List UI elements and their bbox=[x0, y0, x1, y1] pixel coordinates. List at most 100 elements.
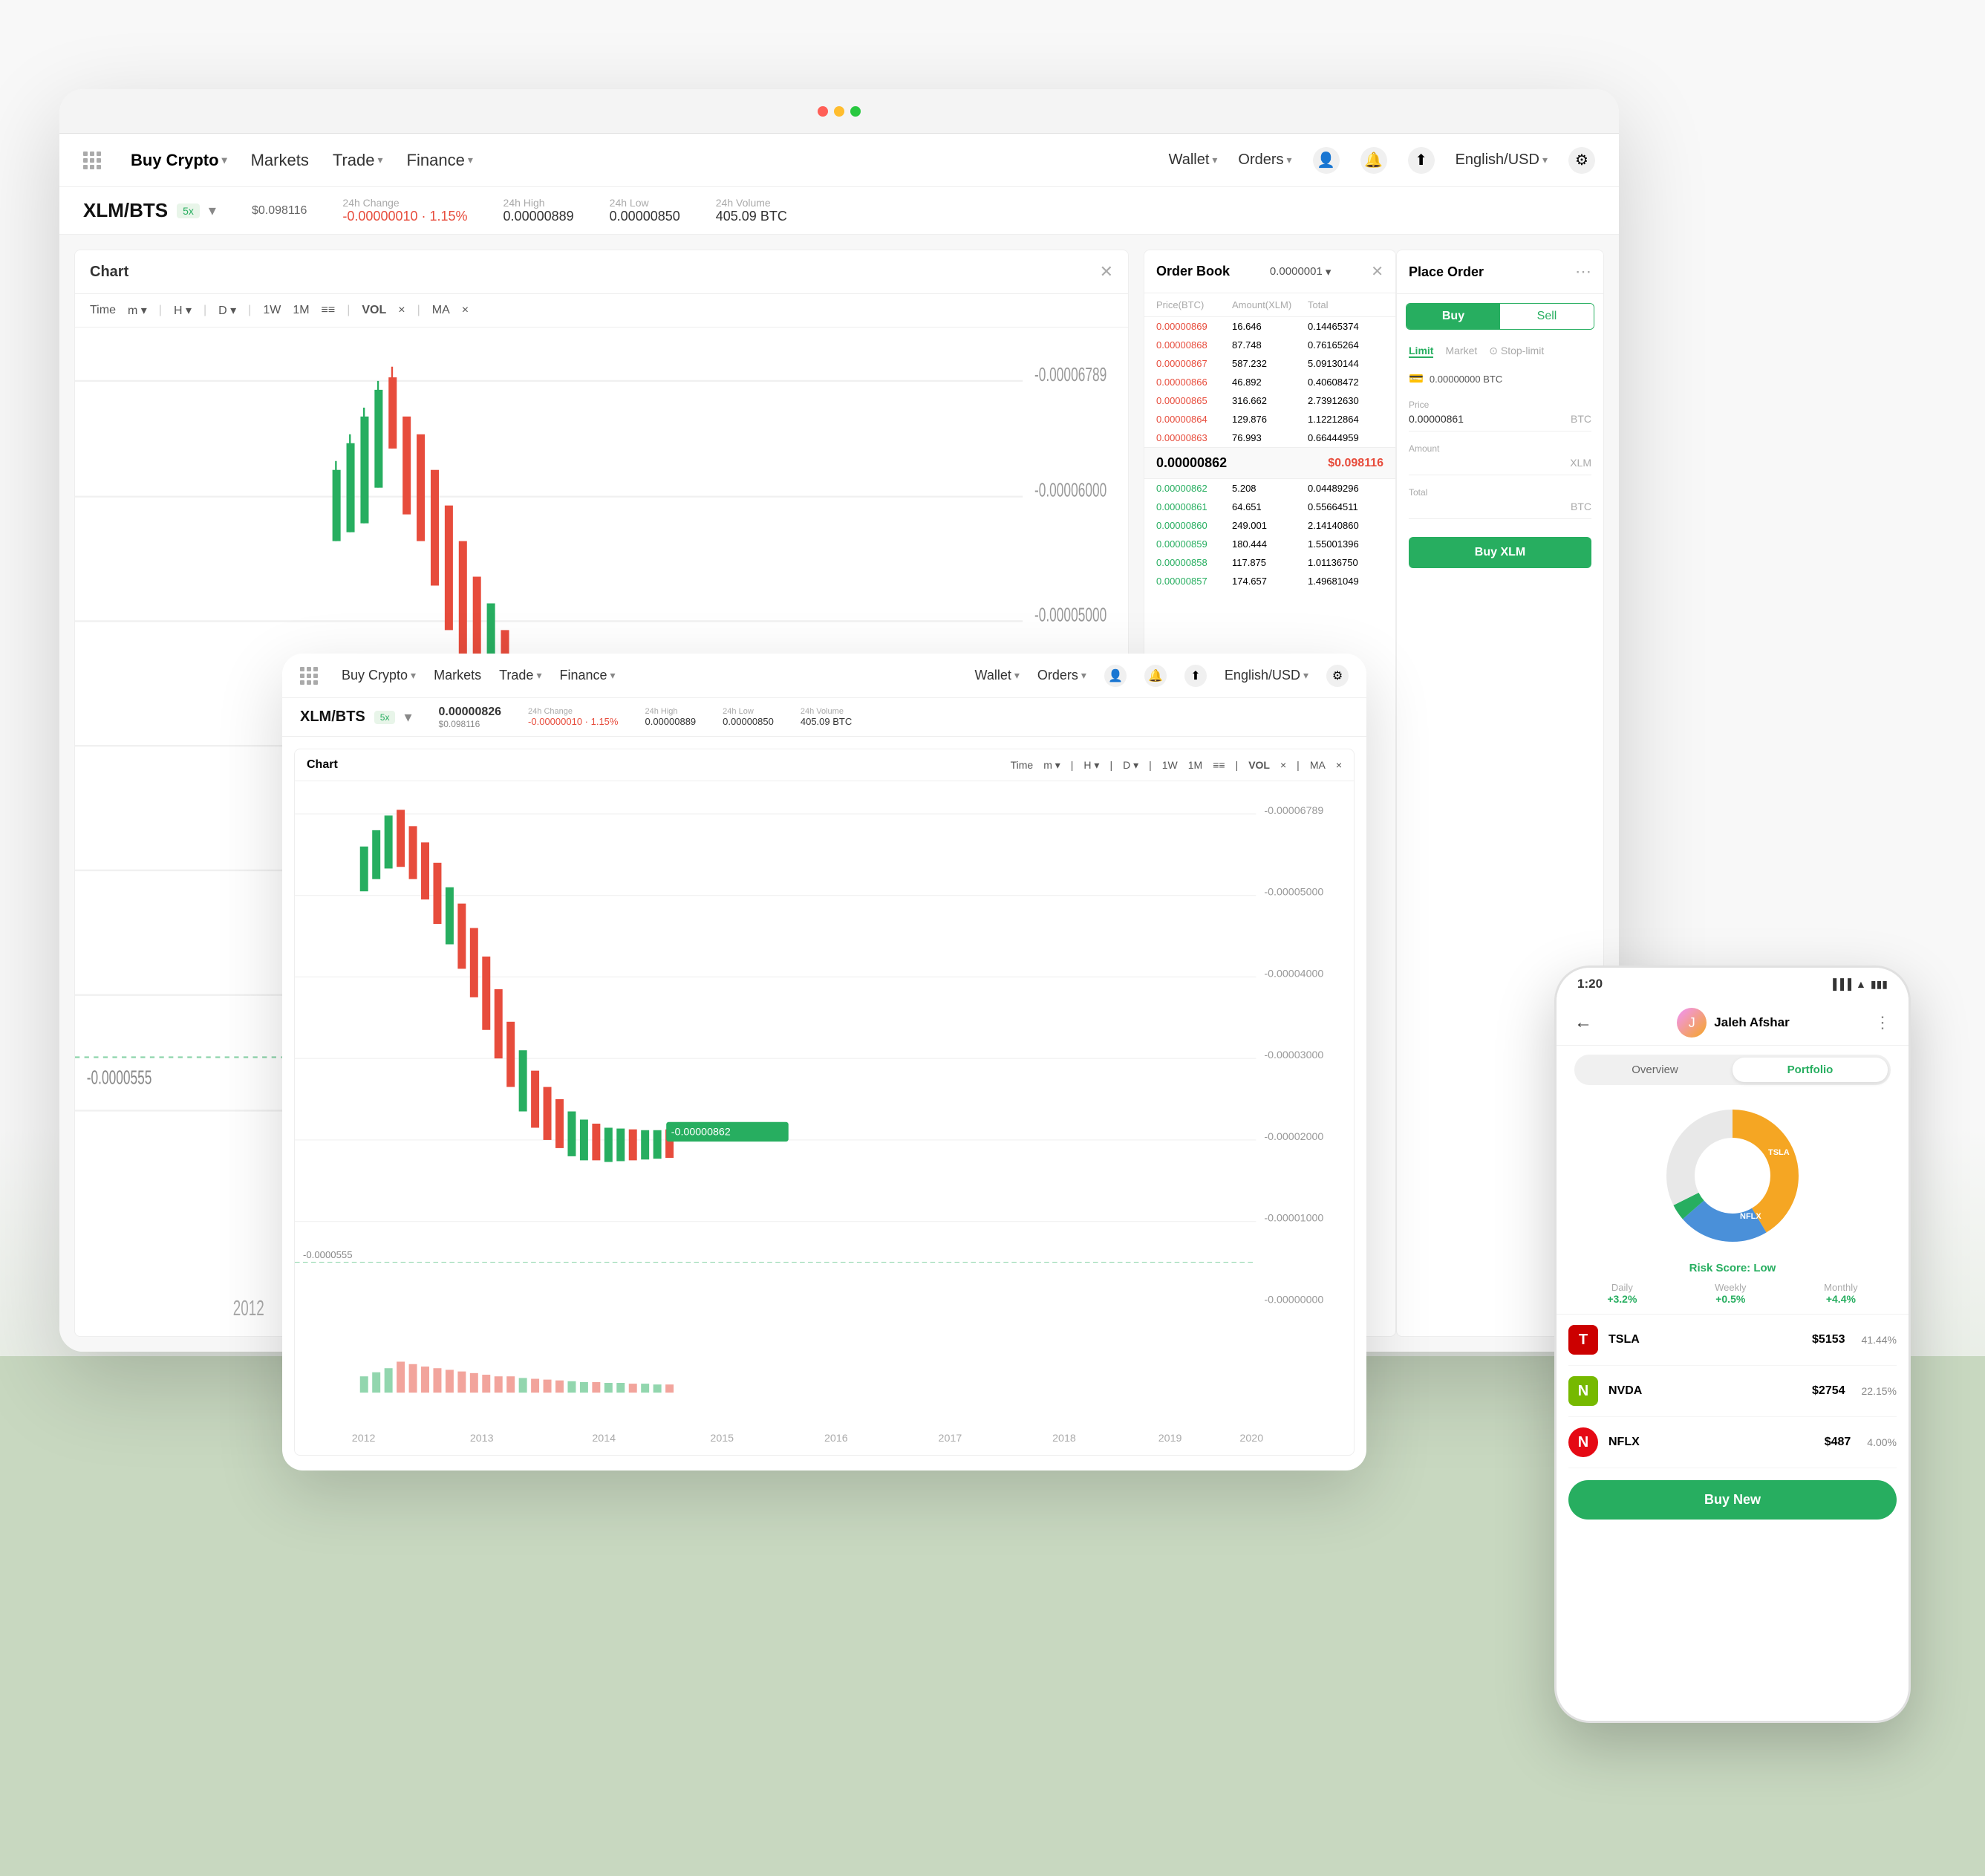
user-icon[interactable]: 👤 bbox=[1313, 147, 1340, 174]
grid-icon[interactable] bbox=[83, 152, 101, 169]
mobile-more-button[interactable]: ⋮ bbox=[1874, 1013, 1891, 1032]
tablet-vol-control[interactable]: VOL bbox=[1248, 759, 1270, 772]
mobile-stat-monthly: Monthly +4.4% bbox=[1824, 1282, 1858, 1305]
desktop-nav: Buy Crypto ▾ Markets Trade ▾ Finance ▾ W… bbox=[59, 134, 1619, 187]
ticker-price-stat: $0.098116 bbox=[252, 204, 307, 218]
vol-close[interactable]: × bbox=[398, 304, 405, 317]
mobile-tab-overview[interactable]: Overview bbox=[1577, 1058, 1733, 1082]
chevron-down-icon: ▾ bbox=[1326, 265, 1332, 279]
tablet-nav-language[interactable]: English/USD ▾ bbox=[1225, 668, 1308, 683]
ticker-badge: 5x bbox=[177, 203, 200, 218]
nav-wallet[interactable]: Wallet ▾ bbox=[1169, 152, 1218, 169]
m-control[interactable]: m ▾ bbox=[128, 303, 147, 318]
chart-close-button[interactable]: ✕ bbox=[1100, 262, 1113, 281]
bell-icon[interactable]: 🔔 bbox=[1360, 147, 1387, 174]
back-button[interactable]: ← bbox=[1574, 1012, 1592, 1033]
po-more-button[interactable]: ⋯ bbox=[1575, 262, 1591, 281]
tablet-1w-control[interactable]: 1W bbox=[1162, 759, 1178, 772]
browser-dot-red[interactable] bbox=[818, 106, 828, 117]
1w-control[interactable]: 1W bbox=[263, 304, 281, 317]
ticker-volume: 24h Volume 405.09 BTC bbox=[716, 197, 787, 224]
svg-text:-0.00004000: -0.00004000 bbox=[1264, 968, 1323, 980]
tablet-nav-buy-crypto[interactable]: Buy Crypto ▾ bbox=[342, 668, 416, 683]
ticker-arrow-icon[interactable]: ▾ bbox=[404, 708, 411, 726]
browser-dot-yellow[interactable] bbox=[834, 106, 844, 117]
mobile-tab-portfolio[interactable]: Portfolio bbox=[1733, 1058, 1888, 1082]
nav-menu: Buy Crypto ▾ Markets Trade ▾ Finance ▾ bbox=[131, 151, 1145, 170]
chevron-down-icon: ▾ bbox=[536, 669, 541, 682]
svg-text:-0.00006789: -0.00006789 bbox=[1264, 805, 1323, 817]
po-market-type[interactable]: Market bbox=[1445, 345, 1477, 358]
svg-text:TSLA: TSLA bbox=[1768, 1148, 1790, 1157]
ob-close-button[interactable]: ✕ bbox=[1371, 262, 1383, 281]
mobile-tabs: Overview Portfolio bbox=[1574, 1055, 1891, 1085]
ma-close[interactable]: × bbox=[462, 304, 469, 317]
candle-control[interactable]: ≡≡ bbox=[322, 304, 336, 317]
tablet-nav-trade[interactable]: Trade ▾ bbox=[499, 668, 541, 683]
tablet-settings-icon[interactable]: ⚙ bbox=[1326, 665, 1349, 687]
po-stop-limit-type[interactable]: ⊙ Stop-limit bbox=[1489, 345, 1544, 358]
1m-control[interactable]: 1M bbox=[293, 304, 309, 317]
chart-title: Chart bbox=[90, 264, 128, 281]
holding-row-nflx[interactable]: N NFLX $487 4.00% bbox=[1568, 1417, 1897, 1468]
tablet-h-control[interactable]: H ▾ bbox=[1083, 759, 1099, 772]
settings-icon[interactable]: ⚙ bbox=[1568, 147, 1595, 174]
tablet-1m-control[interactable]: 1M bbox=[1188, 759, 1202, 772]
tablet-grid-icon[interactable] bbox=[300, 667, 318, 685]
vol-control[interactable]: VOL bbox=[362, 304, 386, 317]
nav-trade[interactable]: Trade ▾ bbox=[333, 151, 383, 170]
battery-icon: ▮▮▮ bbox=[1871, 978, 1888, 991]
ob-precision[interactable]: 0.0000001 ▾ bbox=[1270, 265, 1331, 279]
tablet-ma-control[interactable]: MA bbox=[1310, 759, 1326, 772]
mobile-stats: Daily +3.2% Weekly +0.5% Monthly +4.4% bbox=[1557, 1282, 1909, 1315]
ob-ask-row: 0.00000864129.8761.12212864 bbox=[1144, 410, 1395, 429]
tablet-upload-icon[interactable]: ⬆ bbox=[1184, 665, 1207, 687]
ob-col-headers: Price(BTC) Amount(XLM) Total bbox=[1144, 293, 1395, 317]
d-control[interactable]: D ▾ bbox=[218, 303, 236, 318]
browser-dot-green[interactable] bbox=[850, 106, 861, 117]
upload-icon[interactable]: ⬆ bbox=[1408, 147, 1435, 174]
svg-text:-0.00005000: -0.00005000 bbox=[1034, 604, 1106, 626]
tablet-nav-wallet[interactable]: Wallet ▾ bbox=[975, 668, 1020, 683]
tablet-nav-orders[interactable]: Orders ▾ bbox=[1037, 668, 1086, 683]
tablet-nav-markets[interactable]: Markets bbox=[434, 668, 481, 683]
nav-orders[interactable]: Orders ▾ bbox=[1238, 152, 1291, 169]
ob-ask-row: 0.00000865316.6622.73912630 bbox=[1144, 391, 1395, 410]
tablet-vol-close[interactable]: × bbox=[1280, 759, 1286, 772]
holding-row-tsla[interactable]: T TSLA $5153 41.44% bbox=[1568, 1315, 1897, 1366]
nav-buy-crypto[interactable]: Buy Crypto ▾ bbox=[131, 151, 227, 170]
tablet-chart-svg: -0.00006789 -0.00005000 -0.00004000 -0.0… bbox=[295, 781, 1354, 1450]
nav-finance[interactable]: Finance ▾ bbox=[407, 151, 473, 170]
time-control[interactable]: Time bbox=[90, 304, 116, 317]
po-buy-tab[interactable]: Buy bbox=[1407, 304, 1500, 329]
mobile-username: Jaleh Afshar bbox=[1714, 1015, 1789, 1030]
tablet-d-control[interactable]: D ▾ bbox=[1123, 759, 1138, 772]
tablet-candle-control[interactable]: ≡≡ bbox=[1213, 759, 1225, 772]
holding-row-nvda[interactable]: N NVDA $2754 22.15% bbox=[1568, 1366, 1897, 1417]
po-amount-field: Amount XLM bbox=[1397, 437, 1603, 481]
browser-chrome bbox=[59, 89, 1619, 134]
po-sell-tab[interactable]: Sell bbox=[1500, 304, 1594, 329]
tablet-ma-close[interactable]: × bbox=[1336, 759, 1342, 772]
tablet-ticker-high: 24h High 0.00000889 bbox=[645, 707, 696, 727]
po-limit-type[interactable]: Limit bbox=[1409, 345, 1433, 358]
ticker-bar: XLM/BTS 5x ▾ $0.098116 24h Change -0.000… bbox=[59, 187, 1619, 235]
svg-text:-0.00006789: -0.00006789 bbox=[1034, 363, 1106, 385]
buy-xlm-button[interactable]: Buy XLM bbox=[1409, 537, 1591, 568]
nav-language[interactable]: English/USD ▾ bbox=[1456, 152, 1548, 169]
chevron-down-icon: ▾ bbox=[1014, 669, 1020, 682]
chart-controls: Time m ▾ | H ▾ | D ▾ | 1W 1M ≡≡ | VOL × … bbox=[75, 294, 1128, 328]
ma-control[interactable]: MA bbox=[432, 304, 450, 317]
tablet-ticker-change: 24h Change -0.00000010 · 1.15% bbox=[528, 707, 618, 727]
tablet-m-control[interactable]: m ▾ bbox=[1043, 759, 1060, 772]
tablet-time-control[interactable]: Time bbox=[1011, 759, 1034, 772]
tablet-bell-icon[interactable]: 🔔 bbox=[1144, 665, 1167, 687]
ob-header: Order Book 0.0000001 ▾ ✕ bbox=[1144, 250, 1395, 293]
tablet-nav-finance[interactable]: Finance ▾ bbox=[559, 668, 615, 683]
ticker-arrow[interactable]: ▾ bbox=[209, 201, 216, 220]
tablet-user-icon[interactable]: 👤 bbox=[1104, 665, 1127, 687]
h-control[interactable]: H ▾ bbox=[174, 303, 192, 318]
nav-markets[interactable]: Markets bbox=[251, 151, 309, 170]
tablet-chart-area[interactable]: Chart Time m ▾ | H ▾ | D ▾ | 1W 1M ≡≡ | … bbox=[294, 749, 1355, 1456]
buy-new-button[interactable]: Buy New bbox=[1568, 1480, 1897, 1520]
